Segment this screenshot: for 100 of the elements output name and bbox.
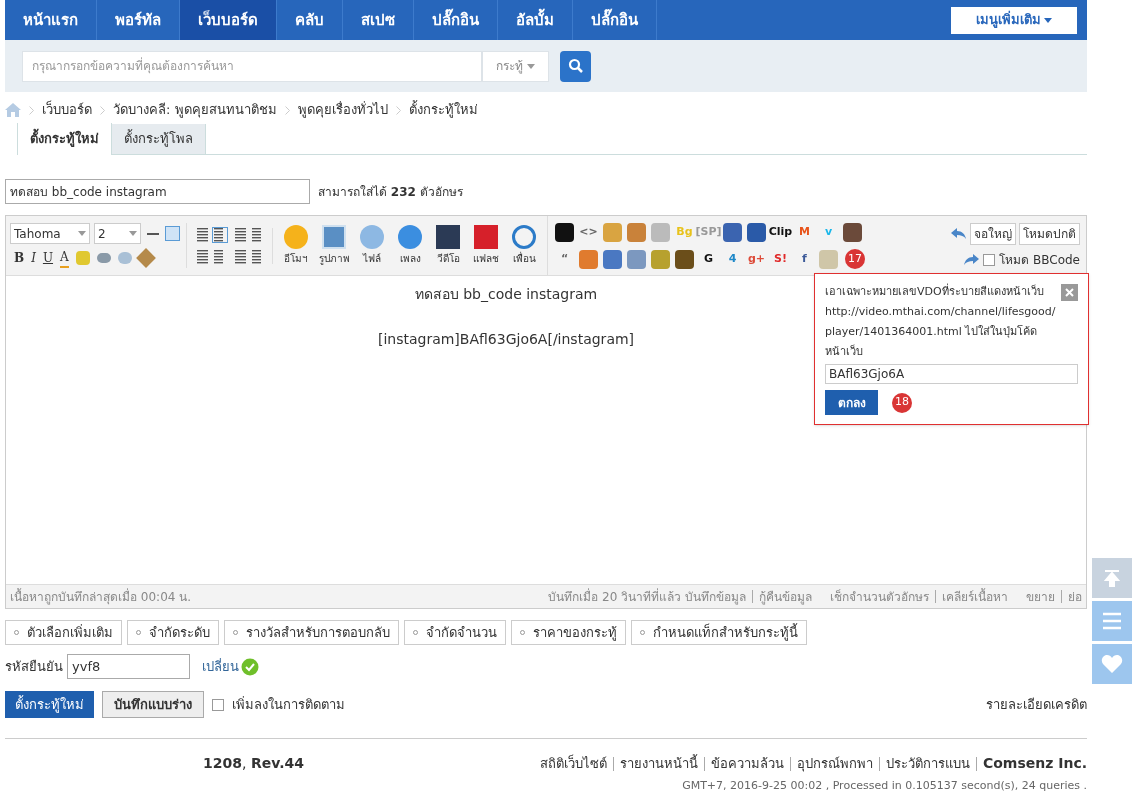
chevron-icon	[29, 105, 34, 115]
close-icon	[1065, 288, 1074, 297]
align-icon[interactable]	[194, 227, 208, 242]
check-icon	[241, 657, 259, 676]
toolbar-icon[interactable]	[675, 249, 694, 269]
table-icon[interactable]	[165, 226, 180, 241]
scroll-top-button[interactable]	[1092, 558, 1132, 598]
credit-details-link[interactable]: รายละเอียดเครดิต	[986, 694, 1087, 715]
toolbar-icon[interactable]	[747, 222, 766, 242]
submit-button[interactable]: ตั้งกระทู้ใหม่	[5, 691, 94, 718]
company-name: Comsenz Inc.	[982, 754, 1087, 773]
processing-info: GMT+7, 2016-9-25 00:02 , Processed in 0.105137 second(s), 24 queries .	[682, 778, 1087, 794]
normal-mode-button[interactable]: โหมดปกติ	[1019, 222, 1080, 245]
last-saved-text: เนื้อหาถูกบันทึกล่าสุดเมื่อ 00:04 น.	[10, 587, 192, 606]
checkbox[interactable]	[983, 253, 996, 266]
caret-icon	[1044, 17, 1052, 23]
breadcrumb-link[interactable]: ตั้งกระทู้ใหม่	[408, 100, 478, 120]
align-icon[interactable]	[213, 227, 227, 242]
change-link[interactable]: เปลี่ยน	[202, 656, 239, 677]
media-button[interactable]: เพลง	[393, 225, 427, 266]
chevron-icon	[284, 105, 290, 115]
toolbar-icon[interactable]	[555, 222, 574, 242]
fullscreen-button[interactable]: จอใหญ่	[970, 222, 1016, 245]
nav-tab[interactable]: เว็บบอร์ด	[180, 0, 277, 40]
tab[interactable]: ตั้งกระทู้โพล	[112, 124, 206, 154]
media-button[interactable]: รูปภาพ	[317, 225, 351, 266]
footer-link[interactable]: สถิติเว็บไซต์	[539, 753, 607, 774]
ok-button[interactable]: ตกลง	[825, 390, 878, 415]
home-icon[interactable]	[5, 103, 21, 117]
undo-icon[interactable]	[951, 227, 967, 240]
draft-button[interactable]: บันทึกแบบร่าง	[102, 691, 204, 718]
version-text: 1208, Rev.44	[203, 754, 304, 773]
captcha-field[interactable]: yvf8	[67, 654, 190, 679]
option-button[interactable]: จำกัดจำนวน	[404, 620, 506, 645]
option-button[interactable]: กำหนดแท็กสำหรับกระทู้นี้	[631, 620, 807, 645]
toolbar-glyph[interactable]: 4	[722, 248, 743, 270]
toolbar-glyph[interactable]: Clip	[770, 221, 791, 243]
media-button[interactable]: เพื่อน	[507, 225, 541, 266]
media-button[interactable]: วีดีโอ	[431, 225, 465, 266]
footer-link[interactable]: อุปกรณ์พกพา	[796, 753, 873, 774]
align-icon[interactable]	[232, 227, 246, 242]
scope-dropdown[interactable]: กระทู้	[482, 50, 549, 82]
search-button[interactable]	[560, 50, 591, 82]
toolbar-icon[interactable]	[843, 222, 862, 242]
footer-link[interactable]: ข้อความล้วน	[710, 753, 784, 774]
caret-icon	[78, 231, 86, 236]
caret-icon	[129, 231, 137, 236]
media-icon	[322, 225, 346, 249]
toolbar-glyph[interactable]: <>	[578, 221, 599, 243]
option-button[interactable]: จำกัดระดับ	[127, 620, 219, 645]
close-button[interactable]	[1061, 284, 1078, 301]
option-button[interactable]: ตัวเลือกเพิ่มเติม	[5, 620, 122, 645]
favorite-button[interactable]	[1092, 644, 1132, 684]
media-icon	[512, 225, 536, 249]
search-icon	[567, 58, 584, 74]
media-button[interactable]: แฟลช	[469, 225, 503, 266]
media-icon	[284, 225, 308, 249]
more-menu-button[interactable]: เมนูเพิ่มเติม	[951, 6, 1077, 34]
menu-icon	[1102, 612, 1122, 630]
toolbar-glyph[interactable]: f	[794, 248, 815, 270]
footer-link[interactable]: รายงานหน้านี้	[619, 753, 698, 774]
footer-link[interactable]: ประวัติการแบน	[885, 753, 970, 774]
editor-text: [instagram]BAfl63Gjo6A[/instagram]	[377, 330, 635, 349]
video-id-field[interactable]: BAfl63Gjo6A	[825, 364, 1078, 384]
toolbar-glyph[interactable]: g+	[746, 248, 767, 270]
list-icon[interactable]	[194, 249, 208, 264]
caret-icon	[527, 63, 535, 69]
badge: 17	[845, 249, 865, 269]
format-button[interactable]: I	[31, 249, 36, 267]
horizontal-rule-icon[interactable]	[147, 232, 159, 235]
format-button[interactable]: U	[42, 249, 54, 267]
breadcrumb-link[interactable]: วัดบางคลี: พูดคุยสนทนาติชม	[113, 100, 277, 120]
list-icon[interactable]	[232, 249, 246, 264]
media-icon	[436, 225, 460, 249]
heart-icon	[1101, 654, 1123, 674]
chevron-icon	[100, 105, 105, 115]
toolbar-glyph[interactable]: G	[698, 248, 719, 270]
menu-button[interactable]	[1092, 601, 1132, 641]
tab[interactable]: ตั้งกระทู้ใหม่	[17, 123, 112, 155]
character-limit: สามารถใส่ได้ 232 ตัวอักษร	[318, 183, 463, 201]
media-button[interactable]: ไฟล์	[355, 225, 389, 266]
format-button[interactable]: A	[60, 248, 69, 268]
chevron-icon	[395, 105, 401, 115]
size-dropdown[interactable]: 2	[94, 223, 141, 244]
arrow-up-icon	[1102, 568, 1122, 588]
media-button[interactable]: อีโมฯ	[279, 225, 313, 266]
option-button[interactable]: รางวัลสำหรับการตอบกลับ	[224, 620, 399, 645]
font-dropdown[interactable]: Tahoma	[10, 223, 90, 244]
toolbar-glyph[interactable]: S!	[770, 248, 791, 270]
captcha-label: รหัสยืนยัน	[5, 657, 63, 676]
redo-icon[interactable]	[963, 253, 980, 266]
breadcrumb-link[interactable]: พูดคุยเรื่องทั่วไป	[297, 100, 388, 120]
option-button[interactable]: ราคาของกระทู้	[511, 620, 626, 645]
media-icon	[474, 225, 498, 249]
format-button[interactable]: B	[14, 249, 25, 267]
subject-field[interactable]: ทดสอบ bb_code instagram	[5, 179, 310, 204]
breadcrumb-link[interactable]: เว็บบอร์ด	[42, 100, 92, 120]
toolbar-glyph[interactable]: “	[554, 248, 575, 270]
checkbox[interactable]	[212, 698, 224, 711]
editor-text: ทดสอบ bb_code instagram	[414, 285, 598, 304]
